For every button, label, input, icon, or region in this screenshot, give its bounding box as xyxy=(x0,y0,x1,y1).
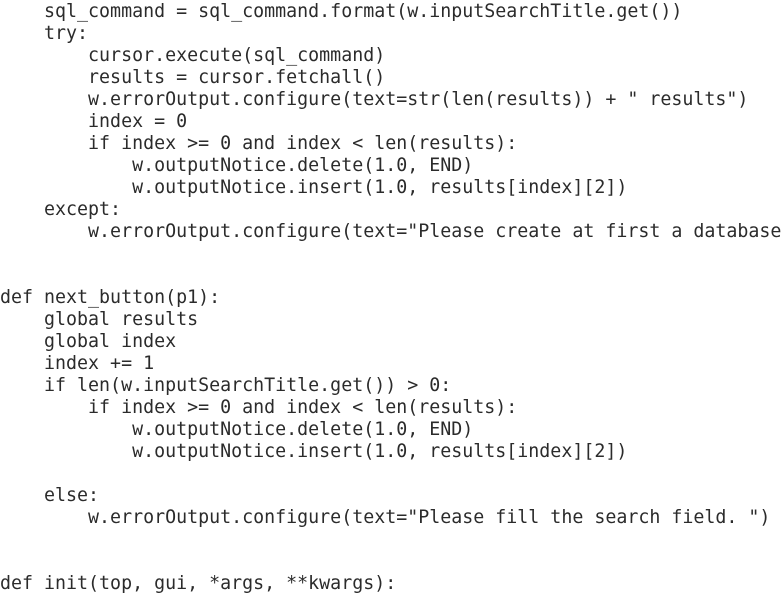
code-view: sql_command = sql_command.format(w.input… xyxy=(0,0,782,597)
code-line-19: if index >= 0 and index < len(results): xyxy=(0,397,518,418)
code-line-6: index = 0 xyxy=(0,111,188,132)
code-line-5: w.errorOutput.configure(text=str(len(res… xyxy=(0,89,749,110)
code-line-3: cursor.execute(sql_command) xyxy=(0,45,386,66)
code-line-10: except: xyxy=(0,199,122,220)
code-line-16: global index xyxy=(0,331,177,352)
code-line-18: if len(w.inputSearchTitle.get()) > 0: xyxy=(0,375,452,396)
code-line-14: def next_button(p1): xyxy=(0,287,221,308)
code-line-17: index += 1 xyxy=(0,353,155,374)
code-line-8: w.outputNotice.delete(1.0, END) xyxy=(0,155,474,176)
code-line-7: if index >= 0 and index < len(results): xyxy=(0,133,518,154)
code-line-1: sql_command = sql_command.format(w.input… xyxy=(0,1,683,22)
code-line-24: w.errorOutput.configure(text="Please fil… xyxy=(0,507,771,528)
code-line-21: w.outputNotice.insert(1.0, results[index… xyxy=(0,441,628,462)
code-line-2: try: xyxy=(0,23,89,44)
code-line-4: results = cursor.fetchall() xyxy=(0,67,386,88)
code-line-9: w.outputNotice.insert(1.0, results[index… xyxy=(0,177,628,198)
code-line-23: else: xyxy=(0,485,100,506)
code-line-20: w.outputNotice.delete(1.0, END) xyxy=(0,419,474,440)
code-line-27: def init(top, gui, *args, **kwargs): xyxy=(0,573,397,594)
code-line-11: w.errorOutput.configure(text="Please cre… xyxy=(0,221,782,242)
code-line-15: global results xyxy=(0,309,199,330)
